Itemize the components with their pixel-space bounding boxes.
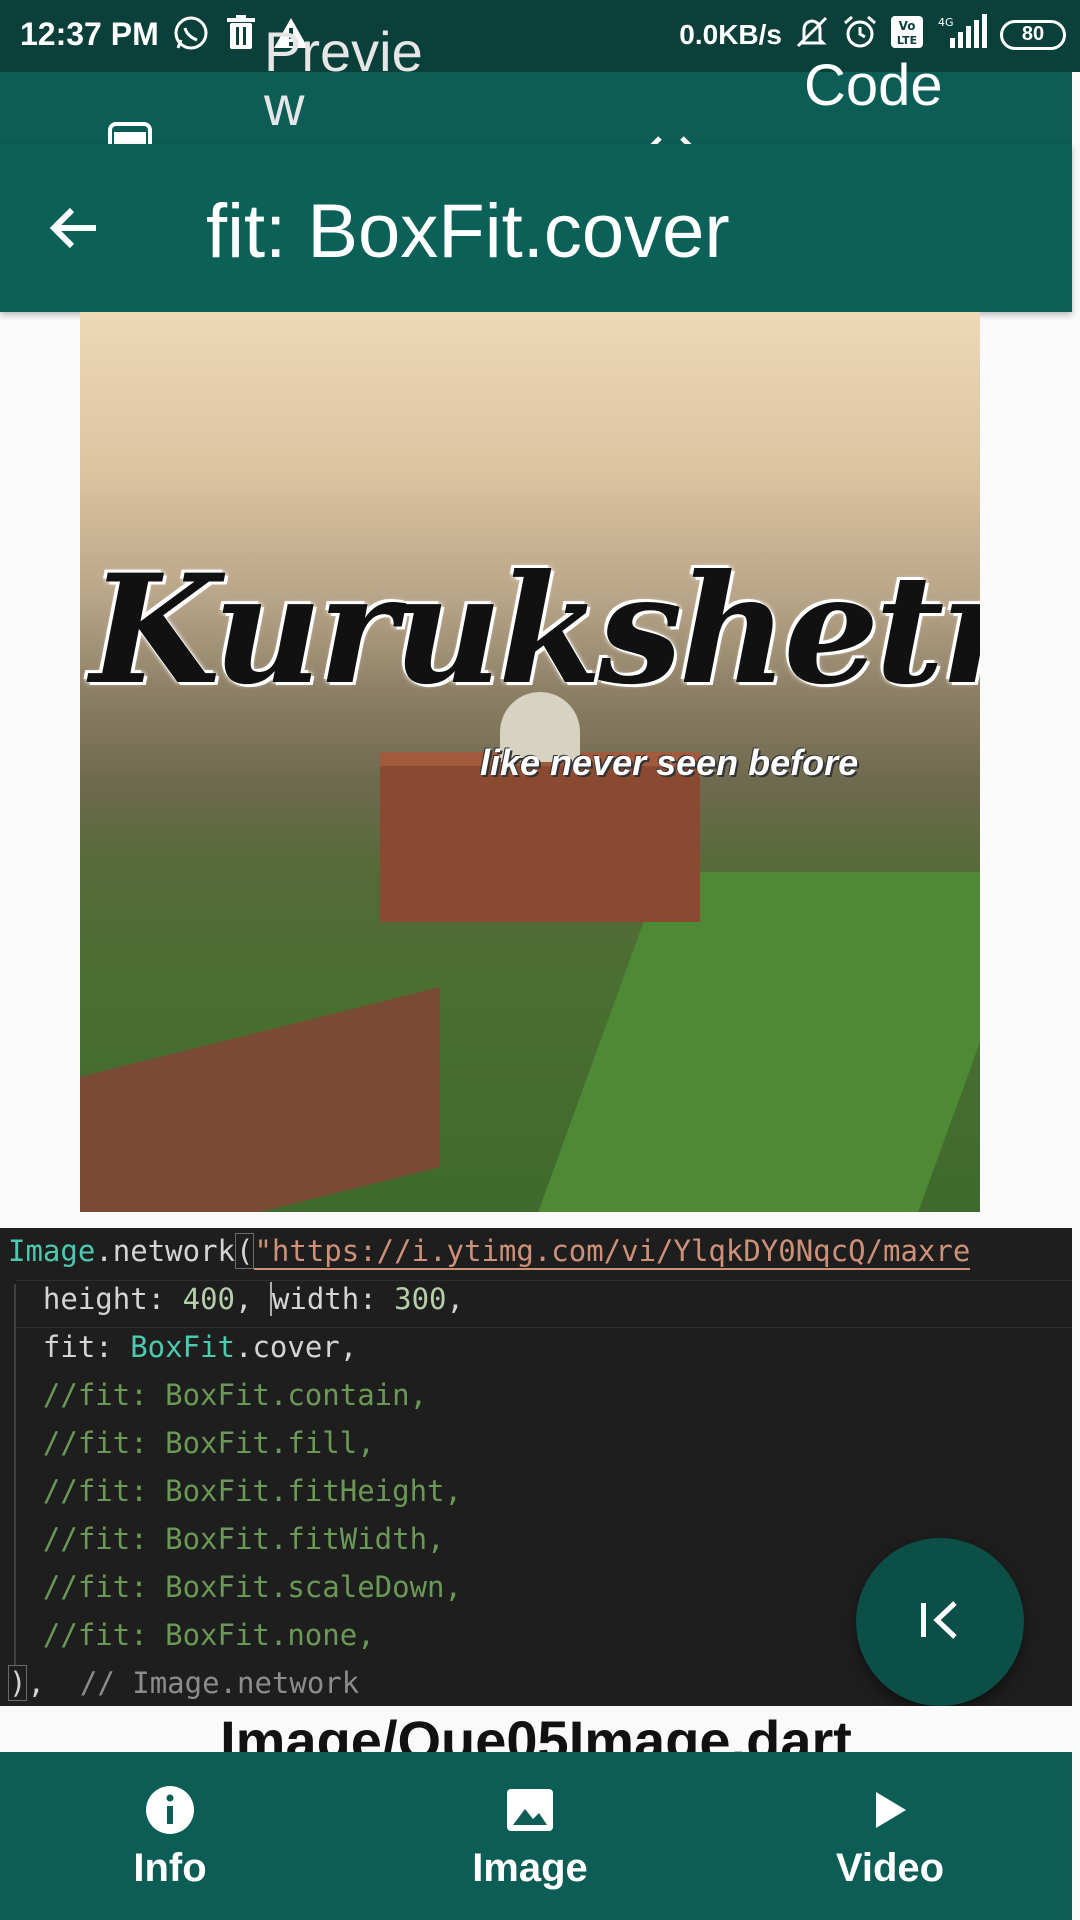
network-image: Kurukshetra like never seen before xyxy=(80,312,980,1212)
code-comment-line: //fit: BoxFit.contain, xyxy=(8,1378,428,1412)
nav-label-image: Image xyxy=(472,1846,588,1890)
code-comment-line: //fit: BoxFit.scaleDown, xyxy=(8,1570,462,1604)
code-line-2: height: 400, width: 300, xyxy=(8,1282,464,1316)
status-right-icons: 0.0KB/s Vo LTE 4G 80 xyxy=(679,14,1066,55)
app-bar: fit: BoxFit.cover xyxy=(0,144,1072,312)
delete-icon xyxy=(226,15,256,56)
svg-text:Vo: Vo xyxy=(899,19,916,33)
code-tab[interactable]: Code xyxy=(804,52,943,119)
image-icon xyxy=(400,1782,660,1838)
code-comment-line: //fit: BoxFit.fill, xyxy=(8,1426,375,1460)
code-comment-line: //fit: BoxFit.fitWidth, xyxy=(8,1522,445,1556)
arrow-back-icon[interactable] xyxy=(46,200,102,261)
code-comment-line: //fit: BoxFit.fitHeight, xyxy=(8,1474,462,1508)
file-path-label: Image/Que05Image.dart xyxy=(220,1709,852,1752)
code-comment-line: //fit: BoxFit.none, xyxy=(8,1618,375,1652)
image-title-text: Kurukshetra xyxy=(90,542,980,718)
svg-text:LTE: LTE xyxy=(897,34,917,47)
page-title: fit: BoxFit.cover xyxy=(206,189,730,274)
preview-tab[interactable]: Preview xyxy=(264,24,454,134)
svg-text:4G: 4G xyxy=(938,16,954,29)
status-time: 12:37 PM xyxy=(20,16,159,52)
collapse-fab[interactable] xyxy=(856,1538,1024,1706)
volte-icon: Vo LTE xyxy=(890,15,924,54)
nav-item-image[interactable]: Image xyxy=(400,1782,660,1891)
net-speed: 0.0KB/s xyxy=(679,18,782,50)
nav-label-info: Info xyxy=(133,1846,207,1890)
file-path-strip: Image/Que05Image.dart xyxy=(0,1706,1072,1752)
whatsapp-icon xyxy=(172,14,210,57)
nav-item-info[interactable]: Info xyxy=(40,1782,300,1891)
collapse-left-icon xyxy=(917,1597,963,1648)
nav-label-video: Video xyxy=(835,1846,945,1890)
signal-icon: 4G xyxy=(936,14,988,55)
alarm-icon xyxy=(842,14,878,55)
code-line-3: fit: BoxFit.cover, xyxy=(8,1330,358,1364)
image-tagline: like never seen before xyxy=(480,742,859,783)
play-icon xyxy=(760,1782,1020,1838)
mute-icon xyxy=(794,14,830,55)
bottom-navigation: Info Image Video xyxy=(0,1752,1072,1920)
code-line-1: Image.network("https://i.ytimg.com/vi/Yl… xyxy=(8,1233,971,1270)
battery-indicator: 80 xyxy=(1000,19,1066,50)
nav-item-video[interactable]: Video xyxy=(760,1782,1020,1891)
info-icon xyxy=(40,1782,300,1838)
code-line-closing: ), // Image.network xyxy=(8,1665,360,1701)
